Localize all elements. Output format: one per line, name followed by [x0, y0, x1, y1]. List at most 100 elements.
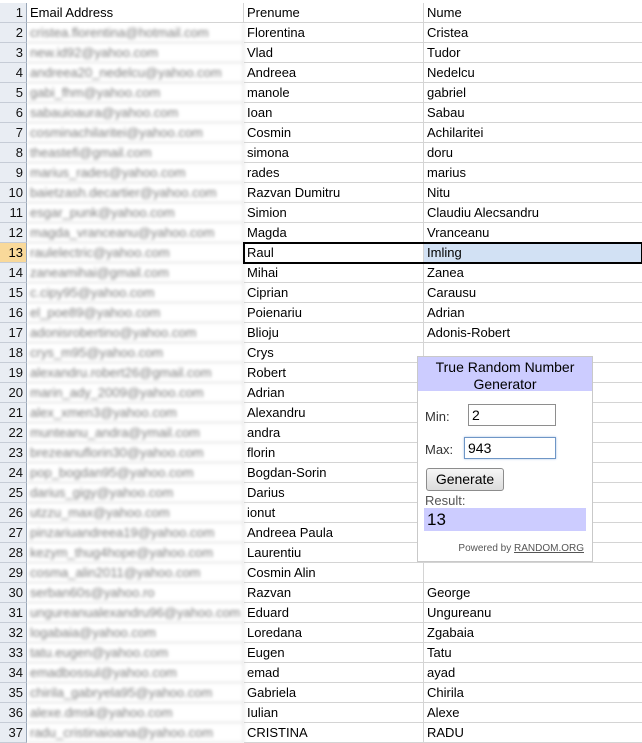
- email-cell[interactable]: radu_cristinaioana@yahoo.com: [27, 723, 244, 743]
- prenume-cell[interactable]: Adrian: [244, 383, 424, 403]
- prenume-cell[interactable]: florin: [244, 443, 424, 463]
- row-header[interactable]: 22: [0, 423, 27, 443]
- nume-cell[interactable]: ayad: [424, 663, 642, 683]
- row-header[interactable]: 4: [0, 63, 27, 83]
- email-cell[interactable]: cosminachilaritei@yahoo.com: [27, 123, 244, 143]
- email-cell[interactable]: emadbossul@yahoo.com: [27, 663, 244, 683]
- email-cell[interactable]: marin_ady_2009@yahoo.com: [27, 383, 244, 403]
- prenume-cell[interactable]: Poienariu: [244, 303, 424, 323]
- prenume-cell[interactable]: andra: [244, 423, 424, 443]
- email-cell[interactable]: ungureanualexandru96@yahoo.com: [27, 603, 244, 623]
- generate-button[interactable]: Generate: [426, 468, 504, 491]
- nume-cell[interactable]: Achilaritei: [424, 123, 642, 143]
- email-cell[interactable]: esgar_punk@yahoo.com: [27, 203, 244, 223]
- email-cell[interactable]: marius_rades@yahoo.com: [27, 163, 244, 183]
- nume-cell[interactable]: Adrian: [424, 303, 642, 323]
- prenume-cell[interactable]: ionut: [244, 503, 424, 523]
- row-header[interactable]: 2: [0, 23, 27, 43]
- prenume-cell[interactable]: Ciprian: [244, 283, 424, 303]
- row-header[interactable]: 10: [0, 183, 27, 203]
- prenume-cell[interactable]: Razvan Dumitru: [244, 183, 424, 203]
- email-cell[interactable]: tatu.eugen@yahoo.com: [27, 643, 244, 663]
- prenume-cell[interactable]: Eugen: [244, 643, 424, 663]
- email-cell[interactable]: utzzu_max@yahoo.com: [27, 503, 244, 523]
- prenume-cell[interactable]: emad: [244, 663, 424, 683]
- email-cell[interactable]: sabauioaura@yahoo.com: [27, 103, 244, 123]
- prenume-cell[interactable]: Cosmin: [244, 123, 424, 143]
- row-header[interactable]: 29: [0, 563, 27, 583]
- min-input[interactable]: 2: [468, 404, 556, 426]
- prenume-cell[interactable]: Ioan: [244, 103, 424, 123]
- prenume-cell[interactable]: Loredana: [244, 623, 424, 643]
- row-header[interactable]: 30: [0, 583, 27, 603]
- row-header[interactable]: 37: [0, 723, 27, 743]
- row-header[interactable]: 13: [0, 243, 27, 263]
- column-header-prenume[interactable]: Prenume: [244, 3, 424, 23]
- nume-cell[interactable]: Cristea: [424, 23, 642, 43]
- nume-cell[interactable]: RADU: [424, 723, 642, 743]
- row-header[interactable]: 5: [0, 83, 27, 103]
- max-input[interactable]: 943: [464, 437, 556, 459]
- nume-cell[interactable]: Ungureanu: [424, 603, 642, 623]
- email-cell[interactable]: zaneamihai@gmail.com: [27, 263, 244, 283]
- column-header-nume[interactable]: Nume: [424, 3, 642, 23]
- nume-cell[interactable]: Vranceanu: [424, 223, 642, 243]
- row-header[interactable]: 34: [0, 663, 27, 683]
- prenume-cell[interactable]: Andreea Paula: [244, 523, 424, 543]
- email-cell[interactable]: gabi_fhm@yahoo.com: [27, 83, 244, 103]
- email-cell[interactable]: brezeanuflorin30@yahoo.com: [27, 443, 244, 463]
- prenume-cell[interactable]: Eduard: [244, 603, 424, 623]
- prenume-cell[interactable]: Robert: [244, 363, 424, 383]
- prenume-cell[interactable]: simona: [244, 143, 424, 163]
- nume-cell[interactable]: Tudor: [424, 43, 642, 63]
- nume-cell[interactable]: gabriel: [424, 83, 642, 103]
- email-cell[interactable]: crys_m95@yahoo.com: [27, 343, 244, 363]
- row-header[interactable]: 1: [0, 3, 27, 23]
- nume-cell[interactable]: doru: [424, 143, 642, 163]
- prenume-cell[interactable]: Laurentiu: [244, 543, 424, 563]
- nume-cell[interactable]: Sabau: [424, 103, 642, 123]
- row-header[interactable]: 33: [0, 643, 27, 663]
- nume-cell[interactable]: [424, 563, 642, 583]
- prenume-cell[interactable]: Gabriela: [244, 683, 424, 703]
- email-cell[interactable]: pinzariuandreea19@yahoo.com: [27, 523, 244, 543]
- row-header[interactable]: 32: [0, 623, 27, 643]
- row-header[interactable]: 21: [0, 403, 27, 423]
- prenume-cell[interactable]: Magda: [244, 223, 424, 243]
- nume-cell[interactable]: Chirila: [424, 683, 642, 703]
- row-header[interactable]: 17: [0, 323, 27, 343]
- row-header[interactable]: 35: [0, 683, 27, 703]
- email-cell[interactable]: magda_vranceanu@yahoo.com: [27, 223, 244, 243]
- email-cell[interactable]: alexandru.robert26@gmail.com: [27, 363, 244, 383]
- email-cell[interactable]: raulelectric@yahoo.com: [27, 243, 244, 263]
- nume-cell[interactable]: Nitu: [424, 183, 642, 203]
- nume-cell[interactable]: Zanea: [424, 263, 642, 283]
- email-cell[interactable]: darius_gigy@yahoo.com: [27, 483, 244, 503]
- row-header[interactable]: 24: [0, 463, 27, 483]
- email-cell[interactable]: logabaia@yahoo.com: [27, 623, 244, 643]
- nume-cell[interactable]: Imling: [424, 243, 642, 263]
- prenume-cell[interactable]: Andreea: [244, 63, 424, 83]
- row-header[interactable]: 11: [0, 203, 27, 223]
- prenume-cell[interactable]: CRISTINA: [244, 723, 424, 743]
- nume-cell[interactable]: Alexe: [424, 703, 642, 723]
- prenume-cell[interactable]: Blioju: [244, 323, 424, 343]
- nume-cell[interactable]: Claudiu Alecsandru: [424, 203, 642, 223]
- row-header[interactable]: 18: [0, 343, 27, 363]
- email-cell[interactable]: theastefi@gmail.com: [27, 143, 244, 163]
- email-cell[interactable]: andreea20_nedelcu@yahoo.com: [27, 63, 244, 83]
- prenume-cell[interactable]: Darius: [244, 483, 424, 503]
- email-cell[interactable]: pop_bogdan95@yahoo.com: [27, 463, 244, 483]
- row-header[interactable]: 14: [0, 263, 27, 283]
- prenume-cell[interactable]: Iulian: [244, 703, 424, 723]
- row-header[interactable]: 28: [0, 543, 27, 563]
- prenume-cell[interactable]: Vlad: [244, 43, 424, 63]
- email-cell[interactable]: kezym_thug4hope@yahoo.com: [27, 543, 244, 563]
- prenume-cell[interactable]: Alexandru: [244, 403, 424, 423]
- prenume-cell[interactable]: Mihai: [244, 263, 424, 283]
- prenume-cell[interactable]: Bogdan-Sorin: [244, 463, 424, 483]
- email-cell[interactable]: cristea.florentina@hotmail.com: [27, 23, 244, 43]
- email-cell[interactable]: c.cipy95@yahoo.com: [27, 283, 244, 303]
- email-cell[interactable]: baietzash.decartier@yahoo.com: [27, 183, 244, 203]
- row-header[interactable]: 15: [0, 283, 27, 303]
